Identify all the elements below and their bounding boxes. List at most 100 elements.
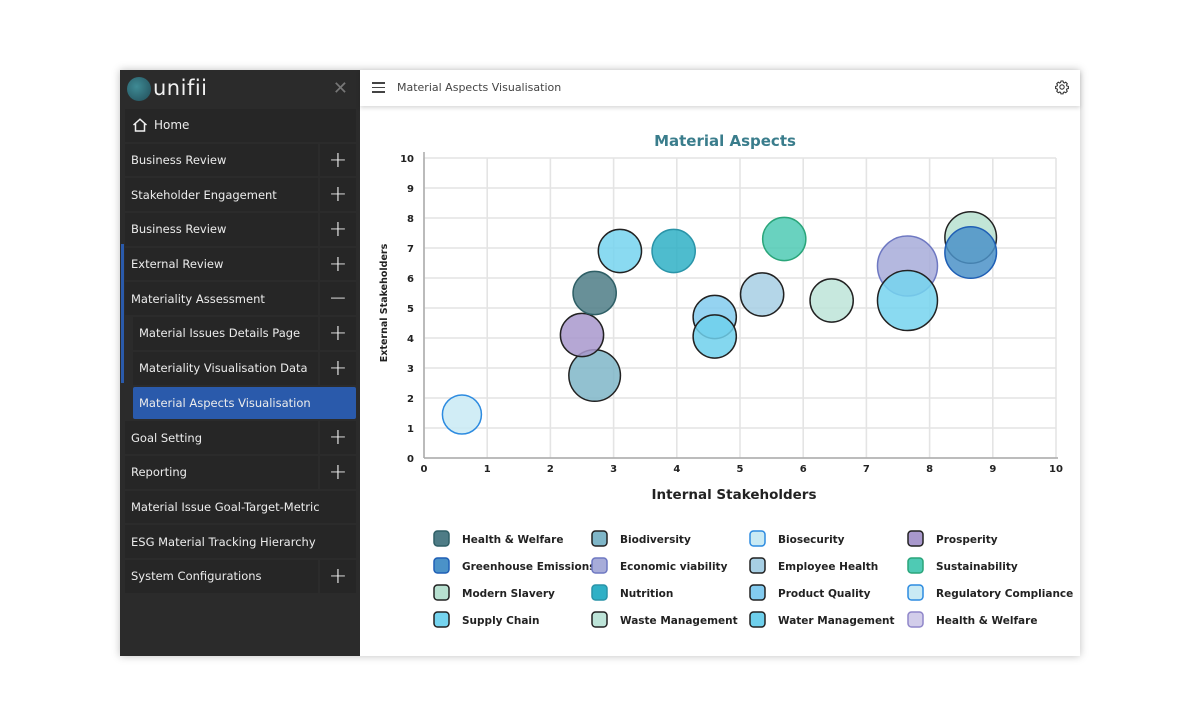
hamburger-icon[interactable] [372,82,385,93]
sidebar-item-label: ESG Material Tracking Hierarchy [131,534,316,549]
sidebar-link[interactable]: Materiality Visualisation Data [133,351,318,385]
sidebar-item-external-review: External Review + [120,247,360,282]
y-tick-label: 2 [407,394,414,405]
legend-item[interactable]: Employee Health [749,557,878,574]
legend-swatch [433,530,450,547]
sidebar-item-stakeholder-engagement: Stakeholder Engagement + [120,177,360,212]
legend-item[interactable]: Waste Management [591,611,738,628]
legend-label: Health & Welfare [936,615,1037,627]
bubble-greenhouse-emissions[interactable] [944,225,998,280]
legend-item[interactable]: Health & Welfare [433,530,563,547]
bubble-sustainability[interactable] [761,216,807,262]
bubble-waste-management[interactable] [809,278,854,323]
sidebar-link[interactable]: Goal Setting [125,421,318,454]
sidebar-link[interactable]: ESG Material Tracking Hierarchy [125,525,356,558]
legend-item[interactable]: Regulatory Compliance [907,584,1073,601]
sidebar-link[interactable]: Business Review [125,143,318,177]
sidebar-link[interactable]: Home [125,109,356,142]
expand-plus-icon[interactable]: + [320,351,356,385]
sidebar-link[interactable]: External Review [125,247,318,281]
gear-icon[interactable] [1054,79,1070,95]
y-tick-label: 4 [407,334,414,345]
sidebar-link[interactable]: Material Aspects Visualisation [133,386,356,420]
sidebar-link[interactable]: Material Issues Details Page [133,317,318,350]
sidebar-item-label: External Review [131,257,224,272]
legend-label: Health & Welfare [462,534,563,546]
y-tick-label: 3 [407,364,414,375]
sidebar-item-material-issues-details-page: Material Issues Details Page + [120,316,360,351]
close-icon[interactable]: ✕ [333,78,348,99]
x-tick-label: 1 [484,464,491,475]
y-tick-label: 10 [400,154,414,165]
sidebar-item-system-configurations: System Configurations + [120,559,360,594]
bubble-employee-health[interactable] [739,272,785,317]
legend-item[interactable]: Nutrition [591,584,673,601]
sidebar-item-label: Reporting [131,465,187,480]
legend-item[interactable]: Modern Slavery [433,584,555,601]
sidebar-item-business-review: Business Review + [120,212,360,247]
legend-swatch [591,611,608,628]
expand-plus-icon[interactable]: + [320,247,356,281]
bubble-regulatory-compliance[interactable] [441,394,483,435]
x-tick-label: 3 [610,464,617,475]
bubble-nutrition[interactable] [651,228,696,274]
sidebar-item-material-issue-goal-target-metric: Material Issue Goal-Target-Metric [120,490,360,525]
expand-plus-icon[interactable]: + [320,178,356,212]
expand-plus-icon[interactable]: + [320,213,356,246]
bubble-water-management[interactable] [692,314,738,359]
legend-item[interactable]: Health & Welfare [907,611,1037,628]
legend-label: Biodiversity [620,534,691,546]
legend-item[interactable]: Prosperity [907,530,998,547]
bubble-biodiversity[interactable] [568,348,622,403]
legend-swatch [591,584,608,601]
legend-item[interactable]: Product Quality [749,584,871,601]
sidebar-item-materiality-assessment: Materiality Assessment − [120,281,360,316]
y-tick-label: 9 [407,184,414,195]
expand-plus-icon[interactable]: + [320,317,356,350]
legend-label: Product Quality [778,588,871,600]
x-tick-label: 7 [863,464,870,475]
legend-swatch [907,557,924,574]
legend-item[interactable]: Biodiversity [591,530,691,547]
top-bar: Material Aspects Visualisation [360,70,1080,106]
bubble-chart: Material Aspects 0 1 2 3 4 5 6 7 8 9 10 0 1 2 3 4 5 6 7 8 9… [379,132,1073,628]
legend-item[interactable]: Economic viability [591,557,728,574]
app-window: unifii ✕ Home Business Review + Stakeholder… [120,70,1080,656]
legend-item[interactable]: Water Management [749,611,895,628]
legend-item[interactable]: Biosecurity [749,530,845,547]
sidebar-link[interactable]: Reporting [125,455,318,489]
legend-label: Water Management [778,615,895,627]
bubble-supply-chain[interactable] [876,269,939,332]
sidebar-item-label: Materiality Assessment [131,291,265,306]
legend-item[interactable]: Greenhouse Emissions [433,557,595,574]
sidebar-item-reporting: Reporting + [120,455,360,490]
bubble-health-welfare[interactable] [572,270,617,316]
legend-label: Regulatory Compliance [936,588,1073,600]
legend-label: Prosperity [936,534,998,546]
collapse-minus-icon[interactable]: − [320,282,356,316]
sidebar: unifii ✕ Home Business Review + Stakeholder… [120,70,360,656]
legend-swatch [907,611,924,628]
expand-plus-icon[interactable]: + [320,143,356,177]
x-tick-label: 2 [547,464,554,475]
sidebar-link[interactable]: Stakeholder Engagement [125,178,318,212]
sidebar-link[interactable]: Business Review [125,213,318,246]
expand-plus-icon[interactable]: + [320,559,356,593]
sidebar-nav: Home Business Review + Stakeholder Engageme… [120,108,360,594]
sidebar-item-business-review: Business Review + [120,143,360,178]
legend-label: Economic viability [620,561,728,573]
expand-plus-icon[interactable]: + [320,421,356,454]
sidebar-link[interactable]: Material Issue Goal-Target-Metric [125,490,356,524]
expand-plus-icon[interactable]: + [320,455,356,489]
x-tick-label: 0 [421,464,428,475]
sidebar-item-label: System Configurations [131,569,262,584]
legend-item[interactable]: Sustainability [907,557,1018,574]
chart-grid [423,152,1058,459]
legend-item[interactable]: Supply Chain [433,611,540,628]
sidebar-link[interactable]: System Configurations [125,559,318,593]
bubble-supply-chain[interactable] [597,228,643,274]
sidebar-link[interactable]: Materiality Assessment [125,282,318,316]
legend-swatch [749,611,766,628]
bubble-prosperity[interactable] [559,312,605,358]
sidebar-item-label: Goal Setting [131,430,203,445]
